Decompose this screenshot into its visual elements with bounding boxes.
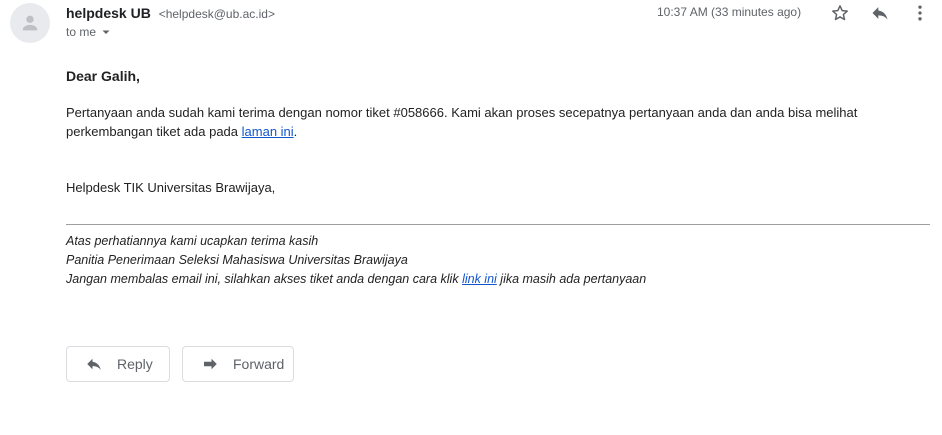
- forward-icon: [204, 358, 217, 370]
- ticket-page-link[interactable]: laman ini: [242, 124, 294, 139]
- caret-down-icon: [102, 30, 110, 34]
- person-icon: [22, 15, 38, 31]
- timestamp: 10:37 AM (33 minutes ago): [657, 5, 802, 19]
- footer-line-committee: Panitia Penerimaan Seleksi Mahasiswa Uni…: [66, 253, 408, 267]
- paragraph-text: Pertanyaan anda sudah kami terima dengan…: [66, 105, 858, 139]
- reply-icon: [87, 358, 101, 370]
- footer-line-suffix: jika masih ada pertanyaan: [496, 272, 647, 286]
- signoff: Helpdesk TIK Universitas Brawijaya,: [66, 180, 276, 195]
- more-options-button[interactable]: [908, 1, 932, 25]
- footer-line-text: Jangan membalas email ini, silahkan akse…: [66, 272, 463, 286]
- reply-icon: [872, 7, 888, 20]
- reply-action-label: Reply: [117, 356, 153, 372]
- paragraph-end: .: [293, 124, 298, 139]
- footer-line-instructions: Jangan membalas email ini, silahkan akse…: [66, 270, 646, 289]
- email-view: helpdesk UB <helpdesk@ub.ac.id> to me 10…: [0, 0, 942, 435]
- footer-line-thanks: Atas perhatiannya kami ucapkan terima ka…: [66, 234, 319, 248]
- forward-action-button[interactable]: Forward: [182, 346, 294, 382]
- ticket-access-link[interactable]: link ini: [462, 272, 497, 286]
- sender-email: <helpdesk@ub.ac.id>: [158, 7, 275, 21]
- star-icon: [832, 5, 848, 21]
- reply-action-button[interactable]: Reply: [66, 346, 170, 382]
- sender-line: helpdesk UB <helpdesk@ub.ac.id>: [66, 4, 275, 23]
- recipient-label: to me: [66, 25, 97, 39]
- message-paragraph: Pertanyaan anda sudah kami terima dengan…: [66, 103, 906, 141]
- footer-notice: Atas perhatiannya kami ucapkan terima ka…: [66, 232, 646, 289]
- forward-action-label: Forward: [233, 356, 285, 372]
- sender-avatar[interactable]: [10, 3, 50, 43]
- recipient-dropdown[interactable]: to me: [66, 25, 112, 39]
- divider: [66, 224, 930, 225]
- more-vert-icon: [918, 5, 922, 21]
- greeting: Dear Galih,: [66, 68, 140, 84]
- sender-name[interactable]: helpdesk UB: [66, 5, 151, 21]
- reply-button[interactable]: [868, 1, 892, 25]
- star-button[interactable]: [828, 1, 852, 25]
